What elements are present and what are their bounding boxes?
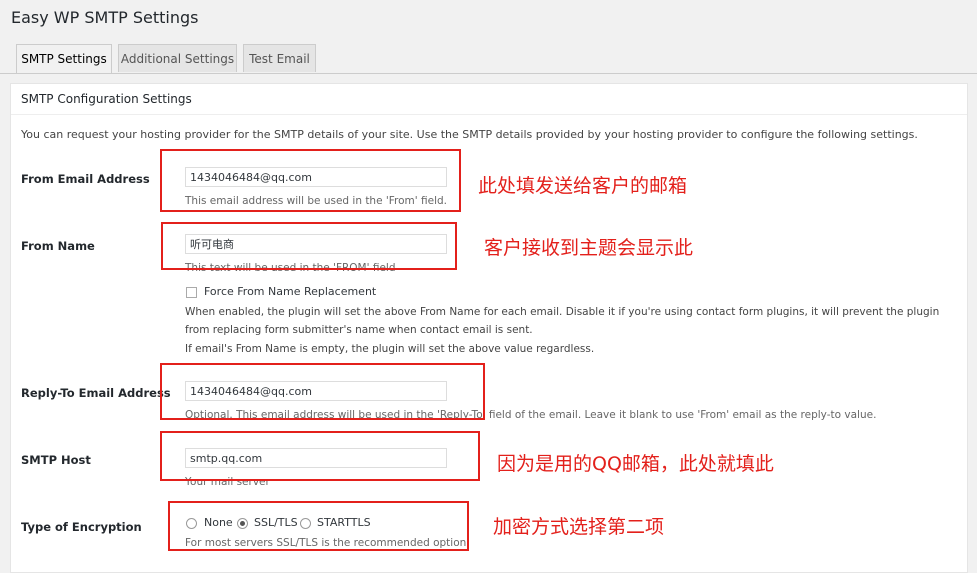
from-name-help-3: If email's From Name is empty, the plugi… — [185, 343, 595, 355]
annotation-box-smtp-host — [160, 431, 480, 481]
tab-divider — [0, 73, 977, 74]
tab-smtp-settings[interactable]: SMTP Settings — [16, 44, 112, 74]
annotation-box-from-email — [160, 149, 461, 212]
tab-test-email[interactable]: Test Email — [243, 44, 316, 72]
from-email-label: From Email Address — [21, 172, 150, 186]
reply-to-label: Reply-To Email Address — [21, 386, 171, 400]
annotation-box-reply-to — [160, 363, 485, 420]
from-name-label: From Name — [21, 239, 95, 253]
smtp-config-panel: SMTP Configuration Settings You can requ… — [10, 83, 968, 573]
force-from-name-label: Force From Name Replacement — [204, 285, 377, 298]
encryption-label: Type of Encryption — [21, 520, 142, 534]
annotation-note-smtp-host: 因为是用的QQ邮箱，此处就填此 — [497, 453, 774, 475]
annotation-box-from-name — [161, 222, 457, 270]
annotation-note-from-email: 此处填发送给客户的邮箱 — [478, 175, 688, 197]
section-title: SMTP Configuration Settings — [11, 84, 967, 115]
force-from-name-checkbox[interactable] — [186, 287, 197, 298]
annotation-note-from-name: 客户接收到主题会显示此 — [484, 237, 694, 259]
section-intro: You can request your hosting provider fo… — [21, 128, 918, 141]
from-name-help-2: from replacing form submitter's name whe… — [185, 324, 533, 336]
annotation-note-encryption: 加密方式选择第二项 — [493, 516, 665, 538]
annotation-box-encryption — [168, 501, 469, 551]
smtp-host-label: SMTP Host — [21, 453, 91, 467]
from-name-help-1: When enabled, the plugin will set the ab… — [185, 306, 940, 318]
tab-additional-settings[interactable]: Additional Settings — [118, 44, 237, 72]
page-title: Easy WP SMTP Settings — [11, 8, 199, 27]
